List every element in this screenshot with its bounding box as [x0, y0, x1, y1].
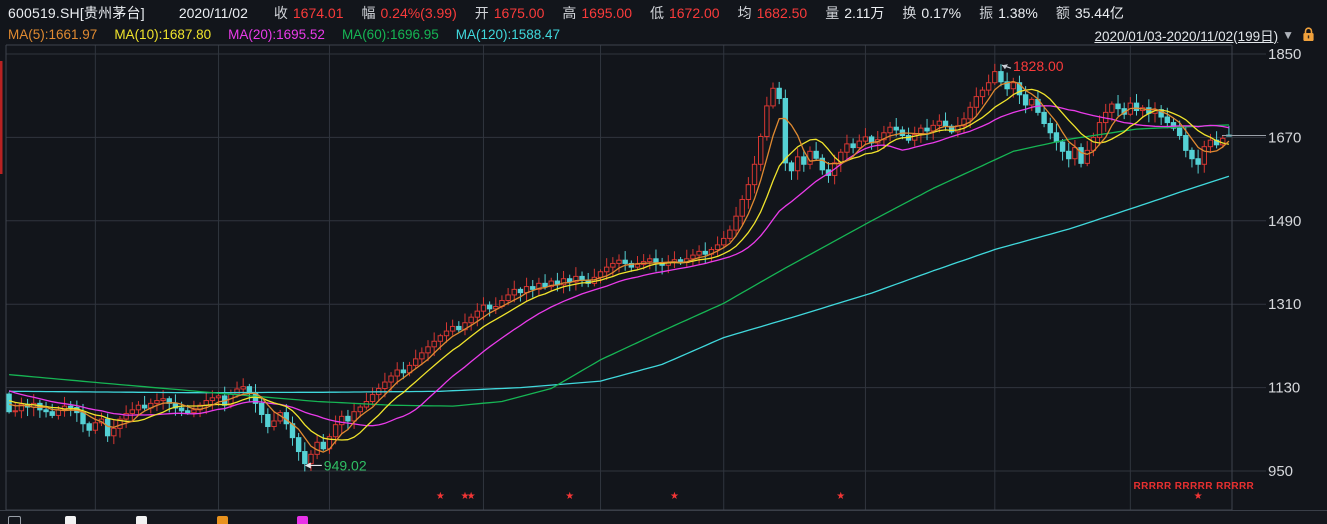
price-axis-label: 1850 — [1268, 46, 1301, 63]
event-star[interactable]: ★ — [1194, 491, 1203, 502]
price-axis-label: 1130 — [1268, 380, 1300, 397]
event-star[interactable]: ★ — [565, 491, 574, 502]
svg-text:949.02: 949.02 — [324, 457, 367, 473]
tool-white-1[interactable] — [65, 516, 76, 524]
tool-orange[interactable] — [217, 516, 228, 524]
event-markers: ★ ★★ ★ ★ ★ ★RRRRR RRRRR RRRRR — [436, 481, 1255, 502]
tool-magenta[interactable] — [297, 516, 308, 524]
ma120-line — [9, 175, 1230, 394]
bottom-toolbar — [0, 510, 1327, 524]
svg-text:1828.00: 1828.00 — [1013, 58, 1064, 74]
price-axis-label: 1670 — [1268, 129, 1301, 146]
stock-chart-window: 600519.SH[贵州茅台] 2020/11/02 收 1674.01 幅 0.24… — [0, 0, 1327, 524]
ex-rights-markers[interactable]: RRRRR RRRRR RRRRR — [1134, 481, 1255, 492]
high-annotation: 1828.00 — [1001, 58, 1064, 74]
price-axis-label: 950 — [1268, 463, 1293, 480]
event-star[interactable]: ★ — [670, 491, 679, 502]
tool-white-2[interactable] — [136, 516, 147, 524]
event-star[interactable]: ★ — [467, 491, 476, 502]
event-star[interactable]: ★ — [836, 491, 845, 502]
chart-frame — [5, 44, 1233, 511]
kline-chart[interactable]: 1850 1670 1490 1310 1130 950 1828.00 949.02 ★ ★ ★ ★… — [0, 0, 1327, 524]
tool-select[interactable] — [8, 516, 21, 524]
event-star[interactable]: ★ — [436, 491, 445, 502]
price-axis-label: 1490 — [1268, 213, 1301, 230]
price-axis-label: 1310 — [1268, 296, 1301, 313]
left-edge-clipped-candle — [0, 61, 3, 174]
